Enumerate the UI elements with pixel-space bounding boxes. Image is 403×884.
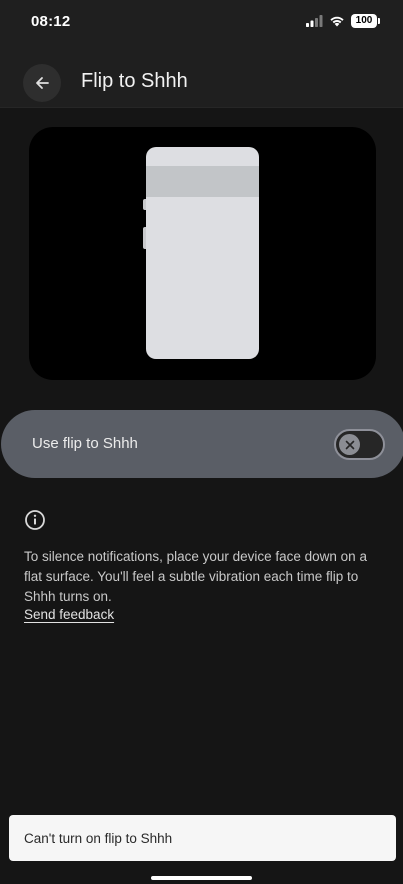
wifi-icon xyxy=(330,16,344,27)
status-bar: 08:12 100 xyxy=(0,0,403,46)
phone-body xyxy=(146,147,259,359)
close-icon xyxy=(345,440,354,449)
phone-screen-band xyxy=(146,166,259,197)
status-time: 08:12 xyxy=(31,13,71,30)
use-flip-to-shhh-row[interactable]: Use flip to Shhh xyxy=(1,410,403,478)
phone-volume-button xyxy=(143,227,146,249)
snackbar-message: Can't turn on flip to Shhh xyxy=(24,831,173,846)
header-divider xyxy=(0,107,403,108)
battery-icon: 100 xyxy=(351,14,380,28)
feature-description: To silence notifications, place your dev… xyxy=(24,549,367,604)
page-title: Flip to Shhh xyxy=(81,70,188,92)
signal-icon xyxy=(306,15,323,27)
phone-illustration xyxy=(29,127,376,380)
phone-side-button xyxy=(143,199,146,210)
error-snackbar: Can't turn on flip to Shhh xyxy=(9,815,396,861)
use-flip-to-shhh-toggle[interactable] xyxy=(334,429,385,460)
status-icons: 100 xyxy=(306,14,380,28)
arrow-back-icon xyxy=(36,77,49,89)
back-button[interactable] xyxy=(23,64,61,102)
toggle-label: Use flip to Shhh xyxy=(32,435,138,452)
app-header: Flip to Shhh xyxy=(0,46,403,108)
info-icon xyxy=(25,510,45,530)
send-feedback-link[interactable]: Send feedback xyxy=(24,607,114,622)
toggle-thumb xyxy=(339,434,360,455)
home-indicator[interactable] xyxy=(151,876,252,880)
